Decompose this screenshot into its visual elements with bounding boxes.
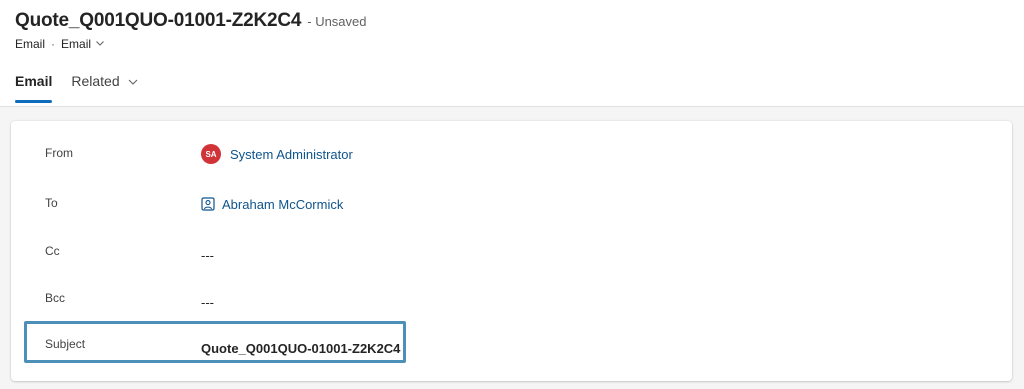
record-title: Quote_Q001QUO-01001-Z2K2C4 [15,10,302,31]
tab-email-label: Email [15,73,53,89]
cc-field: Cc --- [11,237,1012,267]
to-field: To Abraham McCormick [11,189,1012,219]
subject-label: Subject [45,337,86,351]
chevron-down-icon [127,75,139,91]
tab-list: Email Related [15,70,139,106]
contact-card-icon [201,197,215,211]
form-selector[interactable]: Email [61,37,105,51]
from-lookup-link[interactable]: System Administrator [230,147,353,162]
bcc-label: Bcc [45,291,66,305]
subject-value: Quote_Q001QUO-01001-Z2K2C4 [201,340,401,356]
email-form-card: From SA System Administrator To Abraham … [11,121,1012,381]
bcc-empty-value: --- [201,294,214,310]
tab-related[interactable]: Related [71,70,138,103]
cc-label: Cc [45,244,60,258]
to-lookup-link[interactable]: Abraham McCormick [222,197,343,212]
title-row: Quote_Q001QUO-01001-Z2K2C4 - Unsaved [15,10,367,32]
from-label: From [45,146,73,160]
subject-input[interactable]: Quote_Q001QUO-01001-Z2K2C4 [201,333,400,363]
breadcrumb: Email · Email [15,37,105,51]
bcc-value[interactable]: --- [201,287,214,317]
breadcrumb-entity: Email [15,37,46,51]
avatar: SA [201,144,221,164]
tab-related-label: Related [71,73,120,89]
chevron-down-icon [95,37,105,51]
record-header: Quote_Q001QUO-01001-Z2K2C4 - Unsaved Ema… [0,0,1024,107]
cc-empty-value: --- [201,247,214,263]
save-status: - Unsaved [307,14,367,29]
cc-value[interactable]: --- [201,240,214,270]
breadcrumb-separator: · [51,37,56,51]
form-selector-label: Email [61,37,92,51]
to-label: To [45,196,58,210]
to-value[interactable]: Abraham McCormick [201,189,343,219]
from-field: From SA System Administrator [11,139,1012,169]
from-value[interactable]: SA System Administrator [201,139,353,169]
subject-field: Subject Quote_Q001QUO-01001-Z2K2C4 [11,330,1012,360]
bcc-field: Bcc --- [11,284,1012,314]
tab-email[interactable]: Email [15,70,53,103]
